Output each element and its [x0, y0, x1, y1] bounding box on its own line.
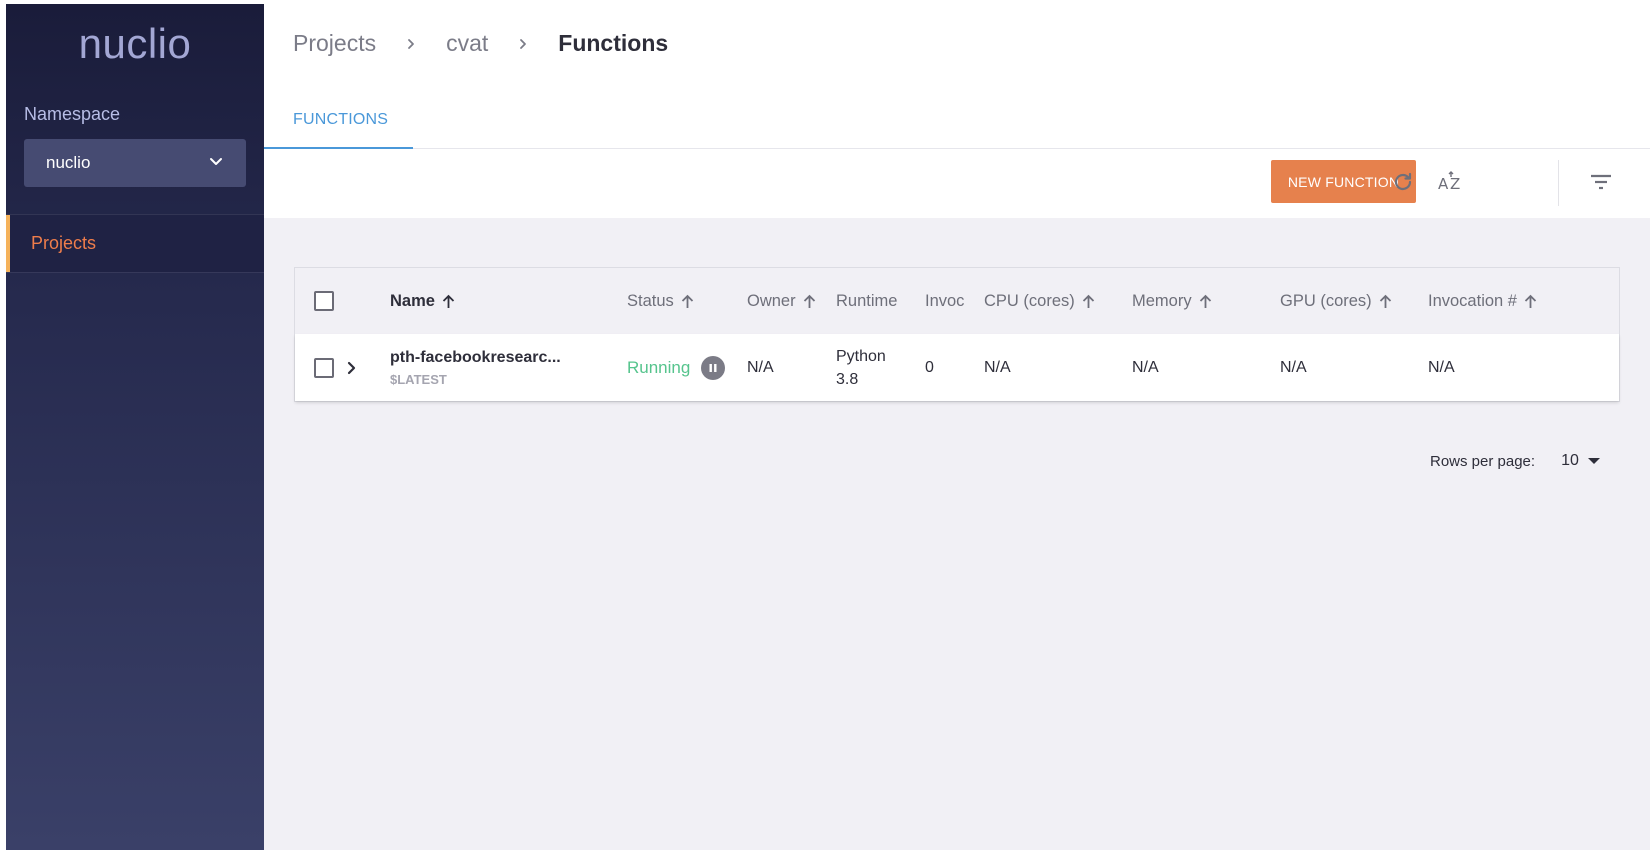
page-title: Functions: [558, 30, 669, 56]
namespace-select[interactable]: nuclio: [24, 139, 246, 187]
nuclio-logo[interactable]: nuclio: [6, 20, 264, 68]
column-cpu[interactable]: CPU (cores): [984, 268, 1095, 334]
breadcrumb-projects[interactable]: Projects: [293, 30, 376, 57]
column-name[interactable]: Name: [390, 268, 455, 334]
tab-functions[interactable]: FUNCTIONS: [264, 99, 413, 149]
invoc-cell: 0: [925, 358, 934, 376]
function-name-cell[interactable]: pth-facebookresearc... $LATEST: [390, 334, 561, 401]
page-header: Projects cvat Functions FUNCTIONS: [264, 4, 1650, 149]
invocation-cell: N/A: [1428, 358, 1455, 376]
namespace-value: nuclio: [46, 153, 91, 172]
chevron-right-icon: [404, 37, 418, 51]
status-cell: Running: [627, 334, 726, 401]
cpu-cell: N/A: [984, 358, 1011, 376]
sort-arrow-icon: [1082, 294, 1095, 309]
column-owner[interactable]: Owner: [747, 268, 816, 334]
toolbar: NEW FUNCTION A Z: [264, 150, 1650, 218]
svg-text:Z: Z: [1450, 175, 1460, 193]
runtime-version: 3.8: [836, 370, 859, 388]
function-name[interactable]: pth-facebookresearc...: [390, 349, 561, 367]
table-row[interactable]: pth-facebookresearc... $LATEST Running N…: [295, 334, 1619, 401]
sort-arrow-icon: [442, 294, 455, 309]
pagination: Rows per page: 10: [1430, 452, 1601, 470]
main-area: Projects cvat Functions FUNCTIONS NEW FU…: [264, 4, 1650, 850]
gpu-cell: N/A: [1280, 358, 1307, 376]
sort-arrow-icon: [1524, 294, 1537, 309]
sidebar-item-projects[interactable]: Projects: [6, 215, 264, 272]
runtime-name: Python: [836, 347, 886, 365]
namespace-label: Namespace: [24, 104, 121, 124]
column-runtime[interactable]: Runtime: [836, 268, 897, 334]
sort-arrow-icon: [1199, 294, 1212, 309]
sort-arrow-icon: [681, 294, 694, 309]
pause-icon[interactable]: [701, 355, 726, 380]
svg-text:A: A: [1438, 175, 1449, 193]
column-gpu[interactable]: GPU (cores): [1280, 268, 1392, 334]
chevron-down-icon: [208, 153, 224, 174]
breadcrumb: Projects cvat Functions: [293, 30, 668, 57]
sidebar-item-label: Projects: [31, 233, 97, 253]
sort-az-icon[interactable]: A Z: [1436, 168, 1464, 196]
function-version: $LATEST: [390, 371, 447, 387]
column-invoc[interactable]: Invoc: [925, 268, 964, 334]
expand-row-icon[interactable]: [346, 334, 358, 401]
caret-down-icon: [1587, 458, 1600, 464]
toolbar-divider: [1558, 160, 1559, 206]
nav-divider: [6, 272, 264, 273]
rows-per-page-select[interactable]: 10: [1561, 452, 1579, 470]
row-checkbox[interactable]: [314, 334, 334, 401]
content-area: Name Status Owner Runtime Invoc CPU (cor…: [264, 218, 1650, 850]
select-all-checkbox[interactable]: [314, 268, 334, 334]
memory-cell: N/A: [1132, 358, 1159, 376]
sort-arrow-icon: [803, 294, 816, 309]
refresh-icon[interactable]: [1389, 168, 1417, 196]
functions-table: Name Status Owner Runtime Invoc CPU (cor…: [294, 267, 1620, 402]
table-header: Name Status Owner Runtime Invoc CPU (cor…: [295, 268, 1619, 334]
sort-arrow-icon: [1379, 294, 1392, 309]
rows-per-page-label: Rows per page:: [1430, 452, 1536, 470]
chevron-right-icon: [516, 37, 530, 51]
runtime-cell: Python 3.8: [836, 334, 886, 401]
column-memory[interactable]: Memory: [1132, 268, 1212, 334]
sidebar: nuclio Namespace nuclio Projects: [6, 4, 264, 850]
column-invocation[interactable]: Invocation #: [1428, 268, 1537, 334]
column-status[interactable]: Status: [627, 268, 694, 334]
filter-icon[interactable]: [1587, 168, 1615, 196]
owner-cell: N/A: [747, 358, 774, 376]
breadcrumb-project[interactable]: cvat: [446, 30, 488, 57]
status-badge: Running: [627, 357, 691, 377]
